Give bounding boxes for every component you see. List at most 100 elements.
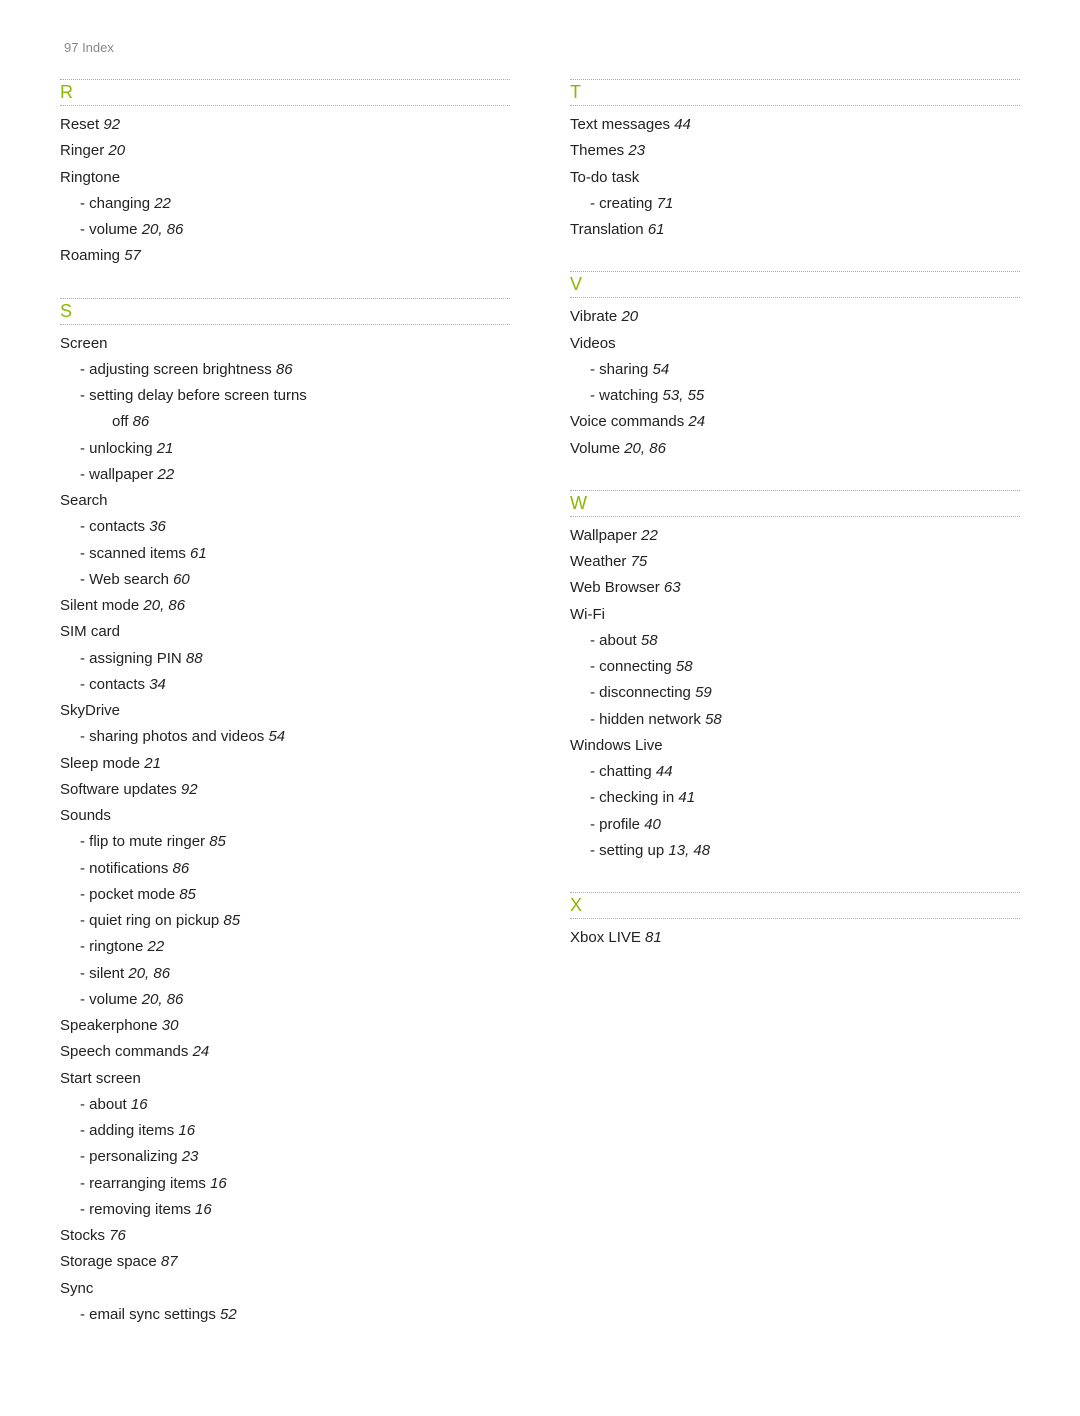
index-entry: Sounds	[60, 803, 510, 829]
page-number: 22	[158, 466, 175, 483]
page-number: 41	[678, 789, 695, 806]
index-entry: - personalizing 23	[60, 1144, 510, 1170]
index-entry: Wallpaper 22	[570, 523, 1020, 549]
page-number: 60	[173, 571, 190, 588]
page-number: 71	[657, 195, 674, 212]
index-entry: - wallpaper 22	[60, 462, 510, 488]
page-number: 92	[181, 781, 198, 798]
page-number: 20, 86	[128, 965, 170, 982]
page-number: 54	[653, 361, 670, 378]
index-entry: - contacts 36	[60, 514, 510, 540]
page-number: 59	[695, 684, 712, 701]
page-number: 86	[133, 413, 150, 430]
index-entry: - sharing 54	[570, 357, 1020, 383]
index-entry: Volume 20, 86	[570, 436, 1020, 462]
index-entry: - quiet ring on pickup 85	[60, 908, 510, 934]
section-letter-w: W	[570, 493, 1020, 517]
index-entry: - sharing photos and videos 54	[60, 724, 510, 750]
page-number: 86	[276, 361, 293, 378]
index-entry: - volume 20, 86	[60, 987, 510, 1013]
index-entry: Vibrate 20	[570, 304, 1020, 330]
page-number: 23	[182, 1148, 199, 1165]
index-entry: Videos	[570, 331, 1020, 357]
index-entry: Sync	[60, 1276, 510, 1302]
index-entry: Xbox LIVE 81	[570, 925, 1020, 951]
left-column: RReset 92Ringer 20Ringtone- changing 22-…	[60, 79, 510, 1356]
page-number: 44	[674, 116, 691, 133]
page-number: 58	[676, 658, 693, 675]
page-number: 92	[103, 116, 120, 133]
index-entry: Sleep mode 21	[60, 751, 510, 777]
index-entry: - contacts 34	[60, 672, 510, 698]
page-number: 20	[108, 142, 125, 159]
page-number: 23	[628, 142, 645, 159]
index-entry: Reset 92	[60, 112, 510, 138]
index-entry: Speech commands 24	[60, 1039, 510, 1065]
page-number: 13, 48	[668, 842, 710, 859]
page-number: 20, 86	[142, 221, 184, 238]
index-entry: To-do task	[570, 165, 1020, 191]
index-entry: SkyDrive	[60, 698, 510, 724]
section-letter-s: S	[60, 301, 510, 325]
index-entry: - assigning PIN 88	[60, 646, 510, 672]
index-entry: Windows Live	[570, 733, 1020, 759]
page-number: 20	[621, 308, 638, 325]
index-entry: - adding items 16	[60, 1118, 510, 1144]
index-entry: - about 58	[570, 628, 1020, 654]
page-number: 22	[641, 527, 658, 544]
index-entry: - adjusting screen brightness 86	[60, 357, 510, 383]
page-number: 34	[149, 676, 166, 693]
index-entry: Themes 23	[570, 138, 1020, 164]
index-section-v: V Vibrate 20Videos- sharing 54- watching …	[570, 271, 1020, 462]
page-number: 61	[190, 545, 207, 562]
index-entry: - silent 20, 86	[60, 961, 510, 987]
index-entry: - setting up 13, 48	[570, 838, 1020, 864]
index-entry: - flip to mute ringer 85	[60, 829, 510, 855]
page-number: 85	[209, 833, 226, 850]
index-entry: - profile 40	[570, 812, 1020, 838]
page-number: 16	[131, 1096, 148, 1113]
index-entry: - hidden network 58	[570, 707, 1020, 733]
page-number: 22	[148, 938, 165, 955]
index-entry: - chatting 44	[570, 759, 1020, 785]
section-letter-v: V	[570, 274, 1020, 298]
page-number: 63	[664, 579, 681, 596]
index-entry: - removing items 16	[60, 1197, 510, 1223]
page-number: 20, 86	[143, 597, 185, 614]
index-entry: Silent mode 20, 86	[60, 593, 510, 619]
page-number: 22	[154, 195, 171, 212]
index-entry: Weather 75	[570, 549, 1020, 575]
index-entry: - ringtone 22	[60, 934, 510, 960]
index-entry: Web Browser 63	[570, 575, 1020, 601]
section-letter-r: R	[60, 82, 510, 106]
page-number: 40	[644, 816, 661, 833]
index-entry: - disconnecting 59	[570, 680, 1020, 706]
page-number: 21	[144, 755, 161, 772]
page-number: 53, 55	[663, 387, 705, 404]
index-section-s: SScreen- adjusting screen brightness 86-…	[60, 298, 510, 1329]
page-number: 57	[124, 247, 141, 264]
page-number: 58	[705, 711, 722, 728]
index-entry: - creating 71	[570, 191, 1020, 217]
page-number: 85	[179, 886, 196, 903]
page-number: 16	[178, 1122, 195, 1139]
page-number: 86	[173, 860, 190, 877]
index-entry: - about 16	[60, 1092, 510, 1118]
page-number: 61	[648, 221, 665, 238]
page-number: 81	[645, 929, 662, 946]
page-number: 58	[641, 632, 658, 649]
page-number: 20, 86	[142, 991, 184, 1008]
index-entry: Text messages 44	[570, 112, 1020, 138]
index-entry: Translation 61	[570, 217, 1020, 243]
index-entry: - volume 20, 86	[60, 217, 510, 243]
index-entry: off 86	[60, 409, 510, 435]
page-number: 16	[210, 1175, 227, 1192]
index-entry: - watching 53, 55	[570, 383, 1020, 409]
index-entry: - scanned items 61	[60, 541, 510, 567]
page-number: 24	[193, 1043, 210, 1060]
page-number: 52	[220, 1306, 237, 1323]
section-letter-t: T	[570, 82, 1020, 106]
page-number: 16	[195, 1201, 212, 1218]
index-entry: Roaming 57	[60, 243, 510, 269]
index-section-t: T Text messages 44Themes 23To-do task- cr…	[570, 79, 1020, 243]
